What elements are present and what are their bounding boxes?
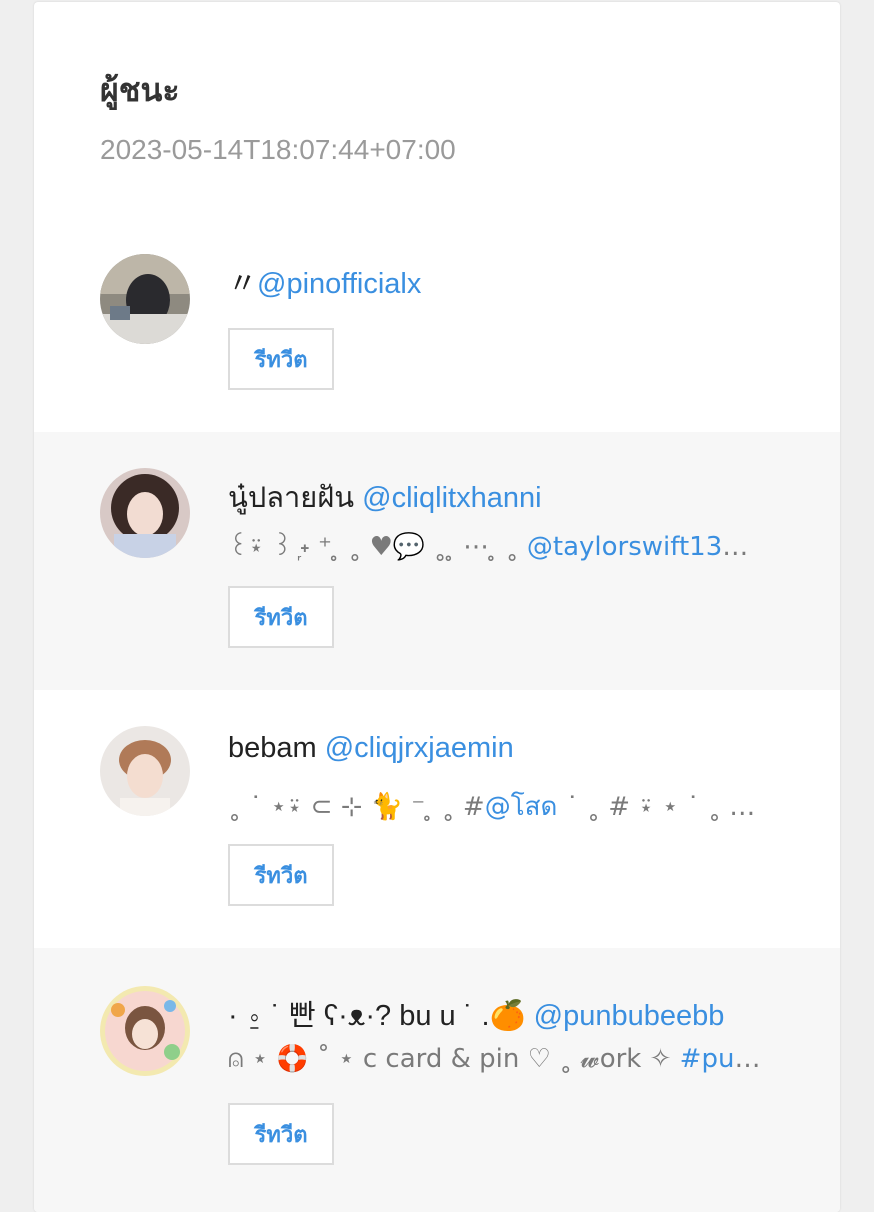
display-name: bebam xyxy=(228,732,317,764)
page-title: ผู้ชนะ xyxy=(100,71,180,109)
entry-name-line: bebam @cliqjrxjaemin xyxy=(228,732,514,765)
bio-hashtag-link[interactable]: #pun... xyxy=(680,1044,774,1074)
avatar[interactable] xyxy=(100,726,190,816)
retweet-button[interactable]: รีทวีต xyxy=(228,586,334,648)
display-name: · ⍛ ˙ 빤 ʕ·ᴥ·? bu u ˙ .🍊 xyxy=(228,1000,526,1032)
list-item: นู๋ปลายฝัน @cliqlitxhanni ꒰⍣ ꒱ ᷊˖ ⁺ ̥ ˳ … xyxy=(34,432,840,690)
bio-decorations: ⍝ ⋆ 🛟 ˚ ⋆ c card & pin ♡ ˳ 𝔀ork ✧ xyxy=(228,1044,680,1074)
retweet-button[interactable]: รีทวีต xyxy=(228,328,334,390)
bio-text: ⍝ ⋆ 🛟 ˚ ⋆ c card & pin ♡ ˳ 𝔀ork ✧ #pun..… xyxy=(228,1044,774,1075)
display-name: นู๋ปลายฝัน xyxy=(228,482,355,514)
bio-text: ˳ ˙ ⋆⍣ ⊂ ⊹ 🐈 ⁻ ̥ ˳ #@โสด ˙ ˳ # ⍣ ⋆ ˙ ˳ ★… xyxy=(228,786,774,827)
bio-decorations-tail: ˙ ˳ # ⍣ ⋆ ˙ ˳ ★ 👾 ̥ ˳ ⊂ ⊹... xyxy=(565,792,774,822)
display-name: 〃 xyxy=(228,268,258,300)
timestamp: 2023-05-14T18:07:44+07:00 xyxy=(100,134,456,165)
avatar[interactable] xyxy=(100,254,190,344)
bio-decorations: ˳ ˙ ⋆⍣ ⊂ ⊹ 🐈 ⁻ ̥ ˳ # xyxy=(228,792,485,822)
user-handle-link[interactable]: @cliqjrxjaemin xyxy=(325,732,514,764)
winners-card: ผู้ชนะ 2023-05-14T18:07:44+07:00 〃@pinof… xyxy=(34,2,840,1212)
avatar[interactable] xyxy=(100,986,190,1076)
list-item: bebam @cliqjrxjaemin ˳ ˙ ⋆⍣ ⊂ ⊹ 🐈 ⁻ ̥ ˳ … xyxy=(34,690,840,948)
entry-name-line: · ⍛ ˙ 빤 ʕ·ᴥ·? bu u ˙ .🍊 @punbubeebb xyxy=(228,992,724,1034)
user-handle-link[interactable]: @cliqlitxhanni xyxy=(362,482,541,514)
entry-name-line: นู๋ปลายฝัน @cliqlitxhanni xyxy=(228,474,542,520)
avatar[interactable] xyxy=(100,468,190,558)
entry-name-line: 〃@pinofficialx xyxy=(228,260,421,302)
bio-decorations: ꒰⍣ ꒱ ᷊˖ ⁺ ̥ ˳ ♥💬 ˳ ̥ ⋯ ̥ ˳ xyxy=(228,532,527,562)
bio-mention-link[interactable]: @โสด xyxy=(485,792,558,822)
bio-text: ꒰⍣ ꒱ ᷊˖ ⁺ ̥ ˳ ♥💬 ˳ ̥ ⋯ ̥ ˳ @taylorswift1… xyxy=(228,528,774,563)
user-handle-link[interactable]: @punbubeebb xyxy=(534,1000,725,1032)
list-item: 〃@pinofficialx รีทวีต xyxy=(34,224,840,432)
retweet-button[interactable]: รีทวีต xyxy=(228,844,334,906)
user-handle-link[interactable]: @pinofficialx xyxy=(257,268,421,300)
bio-mention-link[interactable]: @taylorswift13💔 ˳ ̥... xyxy=(527,532,774,562)
list-item: · ⍛ ˙ 빤 ʕ·ᴥ·? bu u ˙ .🍊 @punbubeebb ⍝ ⋆ … xyxy=(34,948,840,1212)
retweet-button[interactable]: รีทวีต xyxy=(228,1103,334,1165)
